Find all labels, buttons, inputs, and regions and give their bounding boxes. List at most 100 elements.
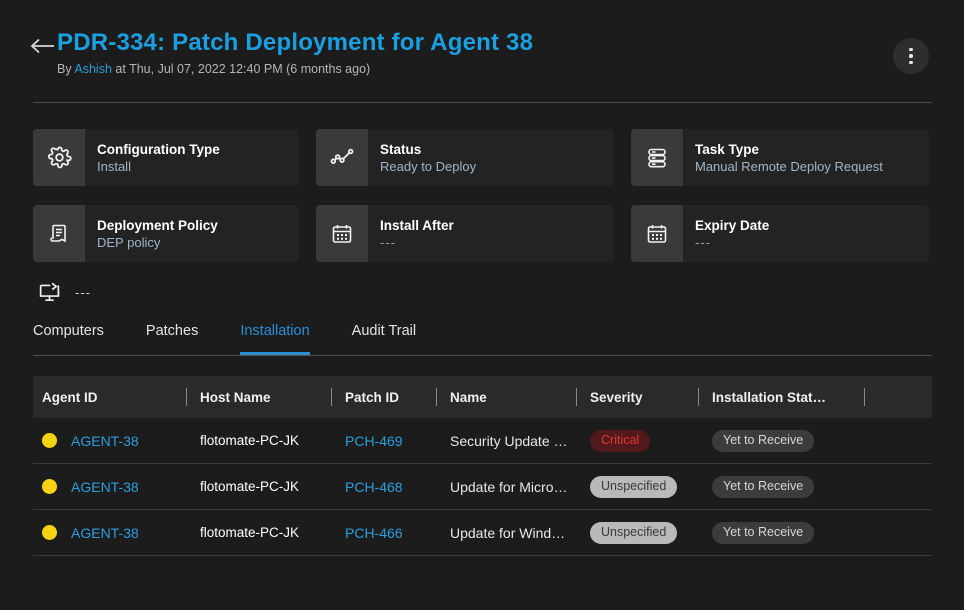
header-divider [33,102,932,103]
line-chart-icon [316,129,368,186]
status-dot-icon [42,433,57,448]
gear-icon [33,129,85,186]
info-cards-row-1: Configuration Type Install Status Ready … [33,129,932,186]
card-deployment-policy: Deployment Policy DEP policy [33,205,299,262]
cell-name: Update for Micro… [437,464,577,509]
kebab-dot [909,60,913,65]
calendar-icon [316,205,368,262]
monitor-restart-icon [37,281,62,304]
cell-spacer [865,510,925,555]
calendar-icon [631,205,683,262]
column-header-label: Installation Stat… [712,389,827,405]
patch-deployment-detail-page: PDR-334: Patch Deployment for Agent 38 B… [0,0,964,610]
severity-badge: Unspecified [590,521,678,544]
cell-agent-id: AGENT-38 [42,464,187,509]
column-header-severity[interactable]: Severity [577,376,699,418]
column-header-patch-id[interactable]: Patch ID [332,376,437,418]
patch-name-text: Update for Micro… [450,478,568,495]
table-header-row: Agent ID Host Name Patch ID Name Severit… [33,376,932,418]
card-label: Deployment Policy [97,217,218,233]
kebab-dot [909,47,913,52]
column-header-label: Patch ID [345,389,400,405]
card-status: Status Ready to Deploy [316,129,614,186]
cell-installation-status: Yet to Receive [699,464,865,509]
tab-installation[interactable]: Installation [240,322,310,355]
info-cards: Configuration Type Install Status Ready … [33,129,932,281]
column-header-installation-status[interactable]: Installation Stat… [699,376,865,418]
card-value: Install [97,158,131,174]
card-label: Install After [380,217,454,233]
status-dot-icon [42,525,57,540]
tab-patches[interactable]: Patches [146,322,198,355]
cell-host-name: flotomate-PC-JK [187,464,332,509]
installation-table: Agent ID Host Name Patch ID Name Severit… [33,376,932,556]
kebab-menu-icon[interactable] [893,38,929,74]
card-install-after: Install After --- [316,205,614,262]
card-value: --- [380,234,396,250]
severity-badge: Unspecified [590,475,678,498]
info-cards-row-2: Deployment Policy DEP policy Install Aft… [33,205,932,262]
column-header-spacer [865,376,925,418]
document-icon [33,205,85,262]
patch-id-link[interactable]: PCH-468 [345,479,403,495]
agent-id-link[interactable]: AGENT-38 [71,433,139,449]
cell-host-name: flotomate-PC-JK [187,418,332,463]
cell-spacer [865,464,925,509]
card-text: Expiry Date --- [683,205,777,262]
cell-severity: Unspecified [577,510,699,555]
page-header: PDR-334: Patch Deployment for Agent 38 B… [0,0,964,103]
card-expiry-date: Expiry Date --- [631,205,929,262]
table-row[interactable]: AGENT-38 flotomate-PC-JK PCH-468 Update … [33,464,932,510]
column-header-agent-id[interactable]: Agent ID [42,376,187,418]
cell-agent-id: AGENT-38 [42,418,187,463]
column-header-name[interactable]: Name [437,376,577,418]
table-row[interactable]: AGENT-38 flotomate-PC-JK PCH-469 Securit… [33,418,932,464]
card-value: --- [695,234,711,250]
page-title[interactable]: PDR-334: Patch Deployment for Agent 38 [57,28,533,58]
card-text: Task Type Manual Remote Deploy Request [683,129,891,186]
card-label: Configuration Type [97,141,220,157]
card-text: Status Ready to Deploy [368,129,484,186]
card-task-type: Task Type Manual Remote Deploy Request [631,129,929,186]
server-list-icon [631,129,683,186]
column-header-label: Name [450,389,487,405]
tab-audit-trail[interactable]: Audit Trail [352,322,416,355]
severity-badge: Critical [590,429,651,452]
host-name-text: flotomate-PC-JK [200,525,300,540]
patch-id-link[interactable]: PCH-469 [345,433,403,449]
card-value: Ready to Deploy [380,158,477,174]
card-value: Manual Remote Deploy Request [695,158,883,174]
column-header-label: Host Name [200,389,271,405]
patch-name-text: Update for Wind… [450,524,566,541]
cell-host-name: flotomate-PC-JK [187,510,332,555]
status-dot-icon [42,479,57,494]
cell-patch-id: PCH-469 [332,418,437,463]
column-header-label: Severity [590,389,643,405]
host-name-text: flotomate-PC-JK [200,479,300,494]
card-configuration-type: Configuration Type Install [33,129,299,186]
patch-id-link[interactable]: PCH-466 [345,525,403,541]
card-label: Status [380,141,422,157]
cell-installation-status: Yet to Receive [699,510,865,555]
column-header-host-name[interactable]: Host Name [187,376,332,418]
subtitle-suffix: at Thu, Jul 07, 2022 12:40 PM (6 months … [115,62,371,76]
tab-bar: Computers Patches Installation Audit Tra… [33,322,932,356]
table-row[interactable]: AGENT-38 flotomate-PC-JK PCH-466 Update … [33,510,932,556]
patch-name-text: Security Update … [450,432,568,449]
cell-severity: Critical [577,418,699,463]
tab-computers[interactable]: Computers [33,322,104,355]
agent-id-link[interactable]: AGENT-38 [71,479,139,495]
card-text: Configuration Type Install [85,129,228,186]
tab-bar-divider [33,355,932,356]
title-block: PDR-334: Patch Deployment for Agent 38 B… [57,28,533,77]
installation-status-badge: Yet to Receive [712,429,815,452]
card-text: Install After --- [368,205,462,262]
card-label: Task Type [695,141,760,157]
card-value: DEP policy [97,234,161,250]
agent-id-link[interactable]: AGENT-38 [71,525,139,541]
installation-status-badge: Yet to Receive [712,521,815,544]
author-link[interactable]: Ashish [74,62,112,76]
arrow-left-icon[interactable] [30,33,56,59]
host-name-text: flotomate-PC-JK [200,433,300,448]
installation-status-badge: Yet to Receive [712,475,815,498]
